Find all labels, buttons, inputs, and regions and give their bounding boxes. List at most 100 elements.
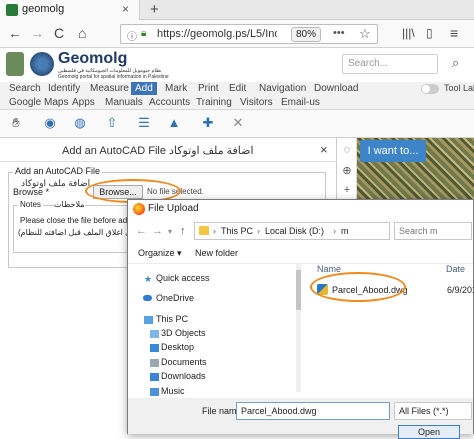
back-button[interactable]: ← — [8, 25, 22, 41]
close-tool-icon[interactable]: ✕ — [230, 115, 246, 131]
crumb-m[interactable]: m — [341, 226, 349, 236]
filetype-select[interactable]: All Files (*.*) — [394, 402, 472, 420]
menu-measure[interactable]: Measure — [90, 83, 129, 94]
map-control-1-icon[interactable]: ◌ — [340, 144, 354, 158]
menu-download[interactable]: Download — [314, 83, 358, 94]
pc-icon — [144, 316, 153, 324]
sidebar-icon[interactable]: ▯ — [426, 26, 433, 40]
locate-icon[interactable]: ⊕ — [340, 164, 354, 178]
nav-scrollbar-thumb[interactable] — [296, 270, 301, 310]
documents-icon — [150, 359, 159, 367]
music-icon — [150, 388, 159, 396]
add-wms-icon[interactable]: ◉ — [42, 115, 58, 131]
nav-desktop[interactable]: Desktop — [161, 342, 194, 352]
nav-this-pc[interactable]: This PC — [156, 314, 188, 324]
browser-menu-icon[interactable]: ≡ — [450, 25, 458, 41]
file-upload-address-row: ← → ▾ ↑ › This PC › Local Disk (D:) › m … — [128, 218, 473, 244]
dialog-titlebar: Add an AutoCAD File اضافة ملف اوتوكاد × — [0, 138, 337, 162]
downloads-icon — [150, 373, 159, 381]
fu-up-icon[interactable]: ↑ — [180, 225, 186, 237]
zoom-level[interactable]: 80% — [291, 27, 322, 42]
menu-google-maps[interactable]: Google Maps — [9, 97, 68, 108]
open-button[interactable]: Open — [398, 425, 460, 439]
reload-button[interactable]: C — [54, 25, 64, 41]
organize-button[interactable]: Organize ▾ — [138, 248, 182, 259]
column-date-header[interactable]: Date — [446, 264, 465, 274]
fu-search-input[interactable]: Search m — [394, 222, 472, 240]
site-header: Geomolg نظام جيوموبل للمعلومات الجيومكان… — [0, 48, 474, 82]
geomolg-logo-icon — [30, 52, 54, 76]
add-layer-icon[interactable]: ☰ — [136, 115, 152, 131]
nav-onedrive[interactable]: OneDrive — [156, 293, 194, 303]
onedrive-icon — [143, 295, 152, 301]
nav-music[interactable]: Music — [161, 386, 185, 396]
info-icon[interactable]: ⓘ — [127, 28, 137, 43]
search-icon[interactable]: ⌕ — [452, 55, 459, 71]
palestine-emblem-icon — [6, 52, 24, 76]
address-bar[interactable]: ⓘ 🔒︎ https://geomolg.ps/L5/Ind 80% ••• ☆ — [120, 24, 378, 44]
menu-training[interactable]: Training — [196, 97, 232, 108]
menu-print[interactable]: Print — [198, 83, 219, 94]
browser-nav-bar: ← → C ⌂ ⓘ 🔒︎ https://geomolg.ps/L5/Ind 8… — [0, 20, 474, 48]
fu-navigation-pane: ★ Quick access OneDrive This PC 3D Objec… — [128, 264, 298, 398]
library-icon[interactable]: |||\ — [402, 26, 415, 40]
file-upload-titlebar: File Upload — [128, 200, 473, 218]
bookmark-star-icon[interactable]: ☆ — [359, 26, 371, 42]
file-upload-dialog: File Upload ← → ▾ ↑ › This PC › Local Di… — [127, 199, 474, 439]
close-tab-icon[interactable]: × — [122, 2, 129, 16]
fu-recent-icon[interactable]: ▾ — [168, 227, 172, 236]
menu-add[interactable]: Add — [131, 82, 157, 95]
crumb-local-disk[interactable]: Local Disk (D:) — [265, 226, 324, 236]
fu-command-bar: Organize ▾ New folder — [128, 244, 473, 264]
menu-identify[interactable]: Identify — [48, 83, 80, 94]
fieldset-legend: Add an AutoCAD File — [13, 166, 103, 176]
menu-edit[interactable]: Edit — [229, 83, 246, 94]
site-search-input[interactable]: Search... — [342, 54, 438, 74]
menu-email-us[interactable]: Email-us — [281, 97, 320, 108]
notes-box: Notes ملاحظات Please close the file befo… — [13, 200, 143, 253]
menu-visitors[interactable]: Visitors — [240, 97, 273, 108]
zoom-in-icon[interactable]: + — [340, 184, 354, 198]
secondary-menu: Google Maps Apps Manuals Accounts Traini… — [0, 96, 474, 110]
menu-accounts[interactable]: Accounts — [149, 97, 190, 108]
site-favicon-icon — [6, 4, 18, 16]
add-comment-icon[interactable]: ✚ — [200, 115, 216, 131]
menu-apps[interactable]: Apps — [72, 97, 95, 108]
notes-text-en: Please close the file before add it — [20, 216, 138, 225]
page-actions-icon[interactable]: ••• — [333, 27, 345, 39]
new-folder-button[interactable]: New folder — [195, 248, 238, 258]
tool-label-toggle[interactable] — [421, 84, 439, 94]
fu-forward-icon[interactable]: → — [152, 225, 163, 237]
lock-icon: 🔒︎ — [141, 28, 147, 39]
firefox-icon — [133, 203, 145, 215]
new-tab-button[interactable]: + — [150, 1, 159, 18]
desktop-icon — [150, 344, 159, 352]
url-text: https://geomolg.ps/L5/Ind — [157, 28, 277, 40]
home-button[interactable]: ⌂ — [78, 25, 86, 41]
forward-button[interactable]: → — [30, 25, 44, 41]
menu-navigation[interactable]: Navigation — [259, 83, 306, 94]
brand-name: Geomolg — [58, 50, 128, 67]
nav-downloads[interactable]: Downloads — [161, 371, 206, 381]
pan-hand-icon[interactable]: ✋︎ — [8, 115, 24, 131]
filename-input[interactable]: Parcel_Abood.dwg — [236, 402, 390, 420]
crumb-this-pc[interactable]: This PC — [221, 226, 253, 236]
file-date: 6/9/2018 — [447, 285, 474, 295]
menu-manuals[interactable]: Manuals — [105, 97, 143, 108]
add-service-icon[interactable]: ◍ — [72, 115, 88, 131]
fu-back-icon[interactable]: ← — [136, 225, 147, 237]
browser-tab[interactable]: geomolg × — [0, 0, 140, 20]
upload-icon[interactable]: ⇧ — [104, 115, 120, 131]
nav-3d-objects[interactable]: 3D Objects — [161, 328, 206, 338]
tool-bar: ✋︎ ◉ ◍ ⇧ ☰ ▲ ✚ ✕ — [0, 110, 474, 138]
fu-address-bar[interactable]: › This PC › Local Disk (D:) › m — [194, 222, 390, 240]
menu-mark[interactable]: Mark — [165, 83, 187, 94]
main-menu: Search Identify Measure Add Mark Print E… — [0, 82, 474, 96]
menu-search[interactable]: Search — [9, 83, 41, 94]
add-autocad-icon[interactable]: ▲ — [166, 115, 182, 131]
nav-documents[interactable]: Documents — [161, 357, 207, 367]
dialog-close-icon[interactable]: × — [320, 142, 328, 157]
nav-quick-access[interactable]: Quick access — [156, 273, 210, 283]
i-want-to-button[interactable]: I want to... — [360, 140, 426, 162]
tab-title: geomolg — [22, 3, 65, 15]
